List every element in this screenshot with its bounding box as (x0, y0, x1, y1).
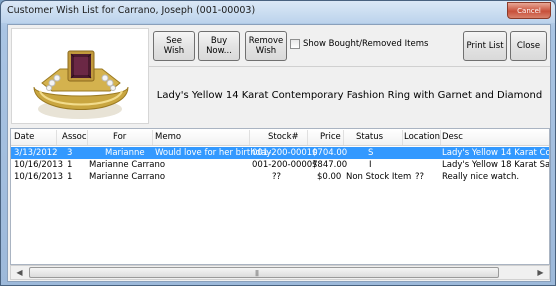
window-title: Customer Wish List for Carrano, Joseph (… (7, 5, 256, 16)
arrow-left-icon[interactable]: ◀ (12, 267, 27, 279)
cell-location: ?? (415, 172, 425, 182)
ring-image (12, 29, 148, 123)
column-header-memo[interactable]: Memo (155, 132, 181, 142)
cell-status: S (368, 148, 374, 158)
column-header-for[interactable]: For (113, 132, 126, 142)
cell-date: 10/16/2013 (14, 172, 63, 182)
product-image (11, 28, 149, 124)
cell-for: Marianne Carrano (89, 160, 166, 170)
client-area: See Wish Buy Now... Remove Wish Show Bou… (7, 24, 551, 282)
window-close-button[interactable]: Cancel (507, 2, 551, 19)
column-header-stock[interactable]: Stock# (268, 132, 299, 142)
see-wish-button[interactable]: See Wish (153, 31, 195, 61)
show-bought-toggle[interactable]: Show Bought/Removed Items (290, 39, 428, 49)
cell-stock: 001-200-00007 (252, 160, 318, 170)
cell-stock: 001-200-00010 (252, 148, 318, 158)
scrollbar-thumb[interactable]: ||| (29, 267, 499, 278)
column-header-desc[interactable]: Desc (442, 132, 463, 142)
cell-status: Non Stock Item (346, 172, 412, 182)
column-header-location[interactable]: Location (404, 132, 440, 142)
table-row[interactable]: 10/16/2013 1 Marianne Carrano 001-200-00… (11, 159, 550, 171)
cell-for: Marianne (105, 148, 145, 158)
show-bought-label: Show Bought/Removed Items (303, 39, 429, 49)
cell-desc: Lady's Yellow 18 Karat Satin Conte (442, 160, 550, 170)
wish-list-window: Customer Wish List for Carrano, Joseph (… (0, 0, 556, 286)
arrow-right-icon[interactable]: ▶ (533, 267, 548, 279)
column-header-assoc[interactable]: Assoc (62, 132, 87, 142)
cell-assoc: 3 (67, 148, 73, 158)
buy-now-button[interactable]: Buy Now... (198, 31, 240, 61)
cell-date: 3/13/2012 (14, 148, 58, 158)
title-bar[interactable]: Customer Wish List for Carrano, Joseph (… (1, 1, 555, 23)
cell-desc: Lady's Yellow 14 Karat Contempor (442, 148, 550, 158)
cell-for: Marianne Carrano (89, 172, 166, 182)
cell-date: 10/16/2013 (14, 160, 63, 170)
cell-assoc: 1 (67, 172, 73, 182)
grip-icon: ||| (255, 270, 259, 277)
close-button[interactable]: Close (510, 31, 547, 61)
cell-assoc: 1 (67, 160, 73, 170)
cell-stock: ?? (272, 172, 282, 182)
item-description: Lady's Yellow 14 Karat Contemporary Fash… (149, 66, 550, 124)
show-bought-checkbox[interactable] (290, 39, 300, 49)
wish-list-table: Date Assoc For Memo Stock# Price Status … (10, 128, 550, 265)
horizontal-scrollbar[interactable]: ◀ ||| ▶ (10, 265, 550, 280)
cell-price: $0.00 (317, 172, 342, 182)
cell-price: $704.00 (312, 148, 348, 158)
table-row[interactable]: 3/13/2012 3 Marianne Would love for her … (11, 147, 550, 159)
cell-status: I (369, 160, 372, 170)
column-header-date[interactable]: Date (14, 132, 34, 142)
cell-price: $847.00 (312, 160, 348, 170)
column-header-status[interactable]: Status (356, 132, 383, 142)
column-header-price[interactable]: Price (320, 132, 341, 142)
table-header: Date Assoc For Memo Stock# Price Status … (11, 129, 549, 146)
table-row[interactable]: 10/16/2013 1 Marianne Carrano ?? $0.00 N… (11, 171, 549, 183)
print-list-button[interactable]: Print List (463, 31, 507, 61)
cell-desc: Really nice watch. (442, 172, 520, 182)
remove-wish-button[interactable]: Remove Wish (245, 31, 287, 61)
